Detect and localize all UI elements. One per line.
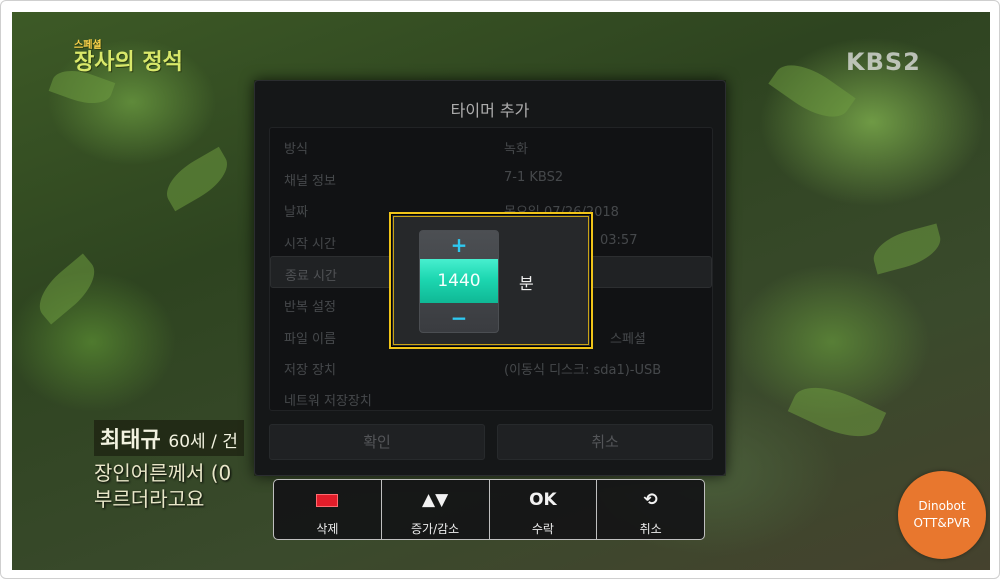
- hint-cancel[interactable]: ⟲ 취소: [597, 480, 704, 539]
- red-key-icon: [274, 488, 381, 512]
- remote-key-hint-bar: 삭제 ▲▼ 증가/감소 OK 수락 ⟲ 취소: [273, 479, 705, 540]
- leaf-decoration: [768, 52, 856, 130]
- caption-line-1: 장인어른께서 (0: [94, 461, 232, 485]
- minutes-unit-label: 분: [519, 274, 534, 293]
- minutes-value[interactable]: 1440: [420, 259, 498, 303]
- caption-name-line: 최태규 60세 / 건: [94, 420, 244, 456]
- caption-name: 최태규: [100, 428, 161, 453]
- leaf-decoration: [158, 146, 236, 212]
- screenshot-frame: 스페셜 장사의 정석 KBS2 최태규 60세 / 건 장인어른께서 (0 부르…: [0, 0, 1000, 579]
- program-logo-text: 장사의 정석: [74, 50, 183, 75]
- channel-logo: KBS2: [846, 48, 921, 76]
- hint-label: 취소: [639, 522, 662, 536]
- up-down-arrows-icon: ▲▼: [422, 490, 449, 510]
- hint-label: 증가/감소: [411, 522, 460, 536]
- subtitle-caption: 최태규 60세 / 건 장인어른께서 (0 부르더라고요: [94, 420, 244, 512]
- caption-line-2: 부르더라고요: [94, 487, 205, 511]
- hint-increase-decrease[interactable]: ▲▼ 증가/감소: [382, 480, 490, 539]
- watermark-badge: Dinobot OTT&PVR: [898, 471, 986, 559]
- duration-picker-popup: + 1440 − 분: [389, 212, 593, 349]
- hint-delete[interactable]: 삭제: [274, 480, 382, 539]
- caption-age: 60세 / 건: [168, 432, 238, 452]
- watermark-line-1: Dinobot: [918, 499, 966, 513]
- leaf-decoration: [787, 374, 887, 450]
- minutes-spinner[interactable]: + 1440 −: [419, 230, 499, 333]
- decrement-icon[interactable]: −: [420, 308, 498, 328]
- back-icon: ⟲: [643, 490, 658, 510]
- hint-label: 수락: [531, 522, 554, 536]
- increment-icon[interactable]: +: [420, 235, 498, 255]
- hint-accept[interactable]: OK 수락: [490, 480, 598, 539]
- ok-icon: OK: [529, 490, 557, 510]
- leaf-decoration: [868, 223, 946, 275]
- watermark-line-2: OTT&PVR: [913, 516, 971, 530]
- leaf-decoration: [29, 253, 105, 325]
- program-logo: 스페셜 장사의 정석: [74, 40, 183, 74]
- hint-label: 삭제: [316, 522, 339, 536]
